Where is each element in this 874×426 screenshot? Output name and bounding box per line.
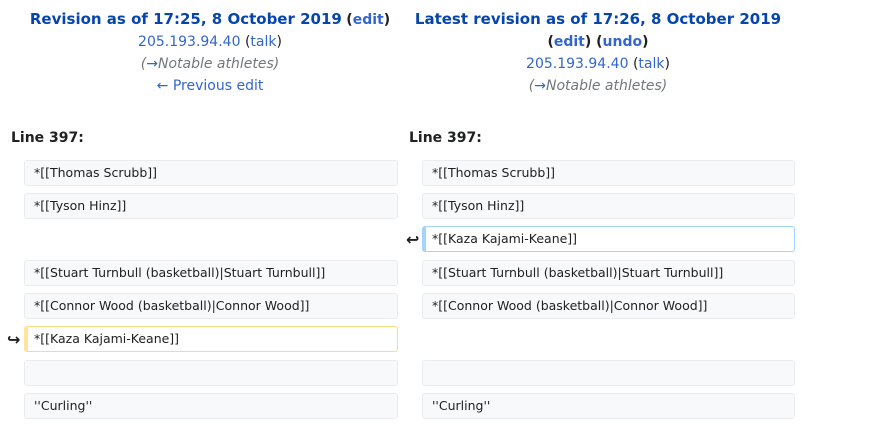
left-context-line: *[[Thomas Scrubb]] bbox=[24, 160, 398, 186]
right-context-line: *[[Stuart Turnbull (basketball)|Stuart T… bbox=[422, 260, 795, 286]
left-line-number: Line 397: bbox=[11, 130, 84, 146]
right-talk-link[interactable]: talk bbox=[638, 56, 664, 72]
left-revision-header: Revision as of 17:25, 8 October 2019 (ed… bbox=[0, 8, 420, 97]
left-context-line: ''Curling'' bbox=[24, 393, 398, 419]
left-context-line: *[[Connor Wood (basketball)|Connor Wood]… bbox=[24, 293, 398, 319]
left-talk-link[interactable]: talk bbox=[250, 34, 276, 50]
right-summary-text: Notable athletes bbox=[545, 78, 662, 94]
left-edit-paren: (edit) bbox=[346, 12, 391, 28]
moved-paragraph-left-icon[interactable]: ↪ bbox=[7, 330, 20, 349]
left-section-arrow-link[interactable]: → bbox=[146, 56, 158, 72]
left-context-line: *[[Tyson Hinz]] bbox=[24, 193, 398, 219]
left-user-link[interactable]: 205.193.94.40 bbox=[138, 34, 240, 50]
right-context-line: ''Curling'' bbox=[422, 393, 795, 419]
left-context-line: *[[Stuart Turnbull (basketball)|Stuart T… bbox=[24, 260, 398, 286]
right-undo-link[interactable]: undo bbox=[603, 34, 643, 50]
left-revision-title-link[interactable]: Revision as of 17:25, 8 October 2019 bbox=[30, 10, 342, 28]
right-section-arrow-link[interactable]: → bbox=[534, 78, 546, 94]
right-revision-header: Latest revision as of 17:26, 8 October 2… bbox=[388, 8, 808, 97]
right-context-line: *[[Connor Wood (basketball)|Connor Wood]… bbox=[422, 293, 795, 319]
right-moved-added-line: *[[Kaza Kajami-Keane]] bbox=[422, 226, 795, 252]
right-edit-link[interactable]: edit bbox=[554, 34, 585, 50]
right-revision-title-link[interactable]: Latest revision as of 17:26, 8 October 2… bbox=[415, 10, 781, 28]
right-context-line: *[[Thomas Scrubb]] bbox=[422, 160, 795, 186]
right-edit-summary: (→Notable athletes) bbox=[528, 78, 668, 94]
previous-edit-link[interactable]: ← Previous edit bbox=[157, 78, 264, 94]
right-actions: (edit) (undo) bbox=[547, 34, 649, 50]
right-context-line: *[[Tyson Hinz]] bbox=[422, 193, 795, 219]
right-empty-context-line bbox=[422, 360, 795, 386]
left-summary-text: Notable athletes bbox=[157, 56, 274, 72]
left-moved-deleted-line: *[[Kaza Kajami-Keane]] bbox=[24, 326, 398, 352]
left-talk-paren: (talk) bbox=[244, 34, 282, 50]
left-empty-context-line bbox=[24, 360, 398, 386]
right-talk-paren: (talk) bbox=[632, 56, 670, 72]
moved-paragraph-right-icon[interactable]: ↩ bbox=[406, 230, 419, 249]
right-line-number: Line 397: bbox=[409, 130, 482, 146]
left-edit-summary: (→Notable athletes) bbox=[140, 56, 280, 72]
right-user-link[interactable]: 205.193.94.40 bbox=[526, 56, 628, 72]
left-edit-link[interactable]: edit bbox=[353, 12, 384, 28]
